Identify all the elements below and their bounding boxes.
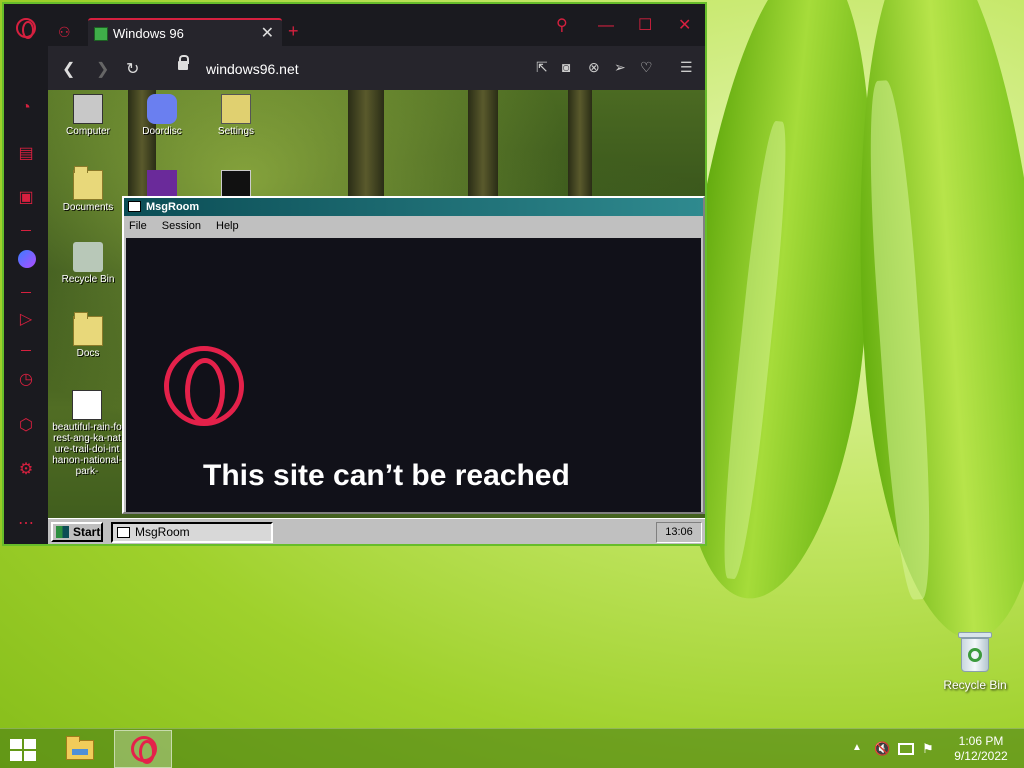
settings-icon: [221, 94, 251, 124]
browser-window: ◔ ▤ ▣ ▷ ◷ ⬡ ⚙ ⋯ ⚇ Windows 96 ✕ + ⚲ — ☐ ✕…: [2, 2, 707, 546]
close-window-icon[interactable]: ✕: [678, 18, 691, 34]
history-icon[interactable]: ◷: [16, 370, 36, 390]
browser-sidebar: ◔ ▤ ▣ ▷ ◷ ⬡ ⚙ ⋯: [4, 4, 48, 544]
desktop-icon-image-file[interactable]: beautiful-rain-forest-ang-ka-nature-trai…: [52, 390, 122, 477]
w96-logo-icon: [56, 526, 69, 538]
taskbar-clock[interactable]: 1:06 PM 9/12/2022: [948, 734, 1014, 764]
player-icon[interactable]: ▷: [16, 310, 36, 330]
recycle-bin-icon: [958, 630, 992, 674]
desktop-icon-settings[interactable]: Settings: [200, 94, 272, 137]
desktop-icon-recycle-bin[interactable]: Recycle Bin: [52, 242, 124, 285]
reload-icon[interactable]: ↻: [126, 59, 139, 79]
icon-label: Computer: [66, 126, 110, 137]
menu-file[interactable]: File: [129, 220, 147, 232]
icon-label: Documents: [62, 202, 114, 213]
w96-task-msgroom[interactable]: MsgRoom: [111, 522, 273, 543]
forward-icon[interactable]: ❯: [96, 59, 109, 79]
url-field[interactable]: windows96.net: [206, 61, 299, 77]
volume-muted-icon[interactable]: 🔇: [874, 741, 890, 757]
desktop-icon-computer[interactable]: Computer: [52, 94, 124, 137]
menu-session[interactable]: Session: [162, 220, 201, 232]
w96-clock: 13:06: [656, 522, 702, 543]
easy-setup-icon[interactable]: ☰: [680, 59, 693, 76]
sidebar-separator: [21, 350, 31, 351]
tab-title: Windows 96: [113, 26, 184, 41]
icon-label: Settings: [217, 126, 255, 137]
icon-label: beautiful-rain-forest-ang-ka-nature-trai…: [52, 422, 122, 477]
desktop-icon-doordisc[interactable]: Doordisc: [126, 94, 198, 137]
forest-tree: [568, 90, 592, 200]
w96-start-button[interactable]: Start: [51, 522, 103, 542]
tab-close-icon[interactable]: ✕: [261, 23, 274, 43]
tab-windows96[interactable]: Windows 96 ✕: [88, 18, 282, 46]
bookmark-heart-icon[interactable]: ♡: [640, 59, 653, 76]
gx-control-icon[interactable]: ▤: [16, 144, 36, 164]
search-icon[interactable]: ⚲: [556, 18, 568, 34]
tab-bar: ⚇ Windows 96 ✕ + ⚲ — ☐ ✕: [48, 4, 705, 46]
adblock-icon[interactable]: ⊗: [588, 59, 600, 76]
computer-icon: [73, 94, 103, 124]
desktop-icon-documents[interactable]: Documents: [52, 166, 124, 213]
speed-dial-icon[interactable]: ◔: [16, 98, 36, 118]
msgroom-title: MsgRoom: [146, 201, 200, 213]
twitch-icon[interactable]: ▣: [16, 188, 36, 208]
icon-label: Docs: [76, 348, 100, 359]
sidebar-separator: [21, 292, 31, 293]
image-file-icon: [72, 390, 102, 420]
menu-help[interactable]: Help: [216, 220, 239, 232]
recycle-bin-label: Recycle Bin: [943, 678, 1007, 692]
windows-taskbar: ▲ 🔇 ⚑ 1:06 PM 9/12/2022: [0, 728, 1024, 768]
send-icon[interactable]: ➢: [614, 59, 626, 76]
new-tab-icon[interactable]: +: [288, 22, 299, 40]
extensions-cube-icon[interactable]: ⬡: [16, 416, 36, 436]
network-icon[interactable]: [898, 743, 914, 755]
more-icon[interactable]: ⋯: [16, 514, 36, 534]
settings-gear-icon[interactable]: ⚙: [16, 460, 36, 480]
discord-icon: [147, 94, 177, 124]
opera-menu-icon[interactable]: [16, 18, 36, 39]
icon-label: Recycle Bin: [61, 274, 115, 285]
maximize-icon[interactable]: ☐: [638, 18, 652, 34]
sidebar-separator: [21, 230, 31, 231]
opera-logo-icon: [164, 346, 244, 426]
desktop-recycle-bin[interactable]: Recycle Bin: [940, 630, 1010, 692]
messenger-icon[interactable]: [18, 250, 36, 268]
msgroom-window[interactable]: MsgRoom File Session Help This site can’…: [122, 196, 705, 514]
folder-icon: [73, 166, 103, 200]
task-label: MsgRoom: [135, 525, 190, 539]
start-label: Start: [73, 525, 101, 539]
folder-icon: [73, 312, 103, 346]
back-icon[interactable]: ❮: [62, 59, 75, 79]
msgroom-menubar: File Session Help: [124, 216, 703, 236]
snapshot-camera-icon[interactable]: ◙: [562, 59, 570, 75]
forest-tree: [468, 90, 498, 200]
error-message: This site can’t be reached: [203, 459, 570, 492]
minimize-icon[interactable]: —: [598, 18, 614, 34]
opera-gx-taskbar-icon[interactable]: [114, 730, 172, 768]
chat-icon: [117, 527, 130, 538]
desktop-icon-docs[interactable]: Docs: [52, 312, 124, 359]
msgroom-content: This site can’t be reached: [126, 238, 701, 512]
lock-icon[interactable]: [178, 55, 189, 70]
windows-start-icon[interactable]: [10, 739, 38, 763]
forest-tree: [348, 90, 384, 200]
chat-icon: [128, 201, 141, 212]
clock-time: 1:06 PM: [958, 734, 1004, 748]
recycle-bin-icon: [73, 242, 103, 272]
address-bar: ❮ ❯ ↻ windows96.net ⇱ ◙ ⊗ ➢ ♡ ☰: [48, 46, 705, 90]
msgroom-titlebar[interactable]: MsgRoom: [124, 198, 703, 216]
action-center-flag-icon[interactable]: ⚑: [922, 741, 938, 757]
gamepad-icon[interactable]: ⚇: [58, 24, 71, 41]
w96-taskbar: Start MsgRoom 13:06: [48, 518, 705, 544]
share-icon[interactable]: ⇱: [536, 59, 548, 76]
show-hidden-icons-icon[interactable]: ▲: [852, 742, 862, 753]
windows96-favicon-icon: [94, 27, 108, 41]
file-explorer-icon[interactable]: [58, 731, 102, 767]
icon-label: Doordisc: [142, 126, 182, 137]
windows96-page: Computer Doordisc Settings Documents Rec…: [48, 90, 705, 544]
clock-date: 9/12/2022: [954, 749, 1008, 763]
